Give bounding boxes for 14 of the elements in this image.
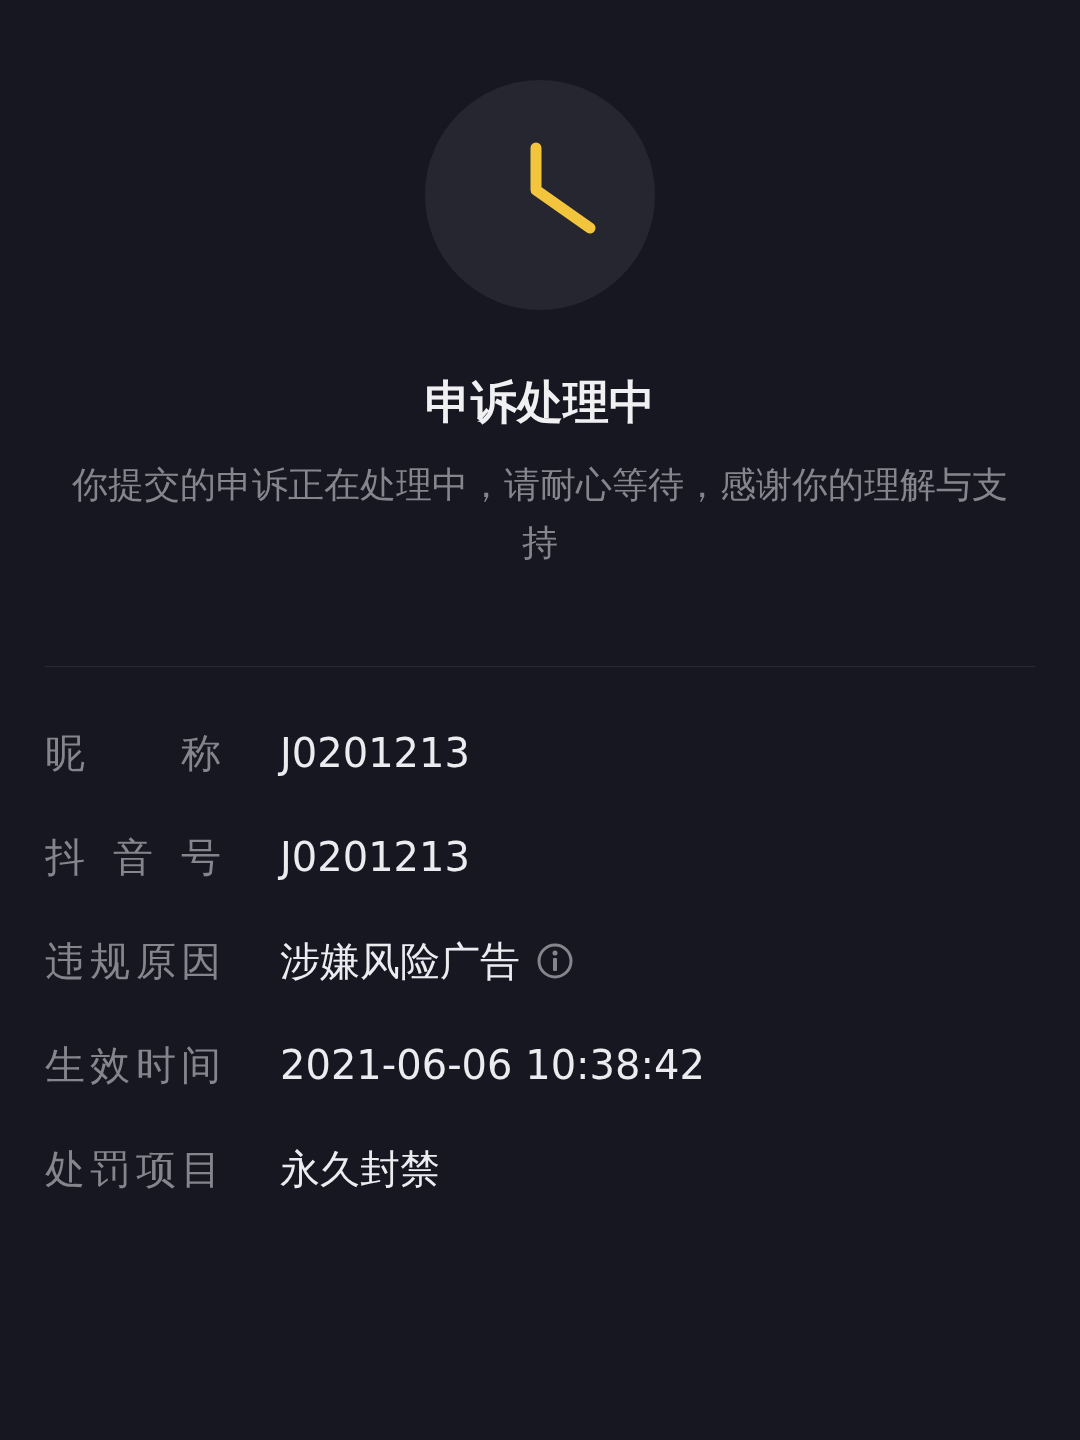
field-value: 2021-06-06 10:38:42 bbox=[280, 1041, 705, 1090]
info-icon[interactable] bbox=[536, 942, 574, 980]
field-value: J0201213 bbox=[280, 833, 470, 882]
field-label: 违规原因 bbox=[45, 937, 221, 986]
field-label: 处罚项目 bbox=[45, 1145, 221, 1194]
field-label: 昵称 bbox=[45, 729, 221, 778]
field-value: 涉嫌风险广告 bbox=[280, 937, 520, 986]
field-label: 抖音号 bbox=[45, 833, 221, 882]
clock-icon bbox=[425, 80, 655, 310]
field-value: J0201213 bbox=[280, 729, 470, 778]
status-message: 你提交的申诉正在处理中，请耐心等待，感谢你的理解与支持 bbox=[71, 463, 1009, 565]
field-value: 永久封禁 bbox=[280, 1145, 440, 1194]
field-label: 生效时间 bbox=[45, 1041, 221, 1090]
status-title: 申诉处理中 bbox=[425, 374, 655, 431]
